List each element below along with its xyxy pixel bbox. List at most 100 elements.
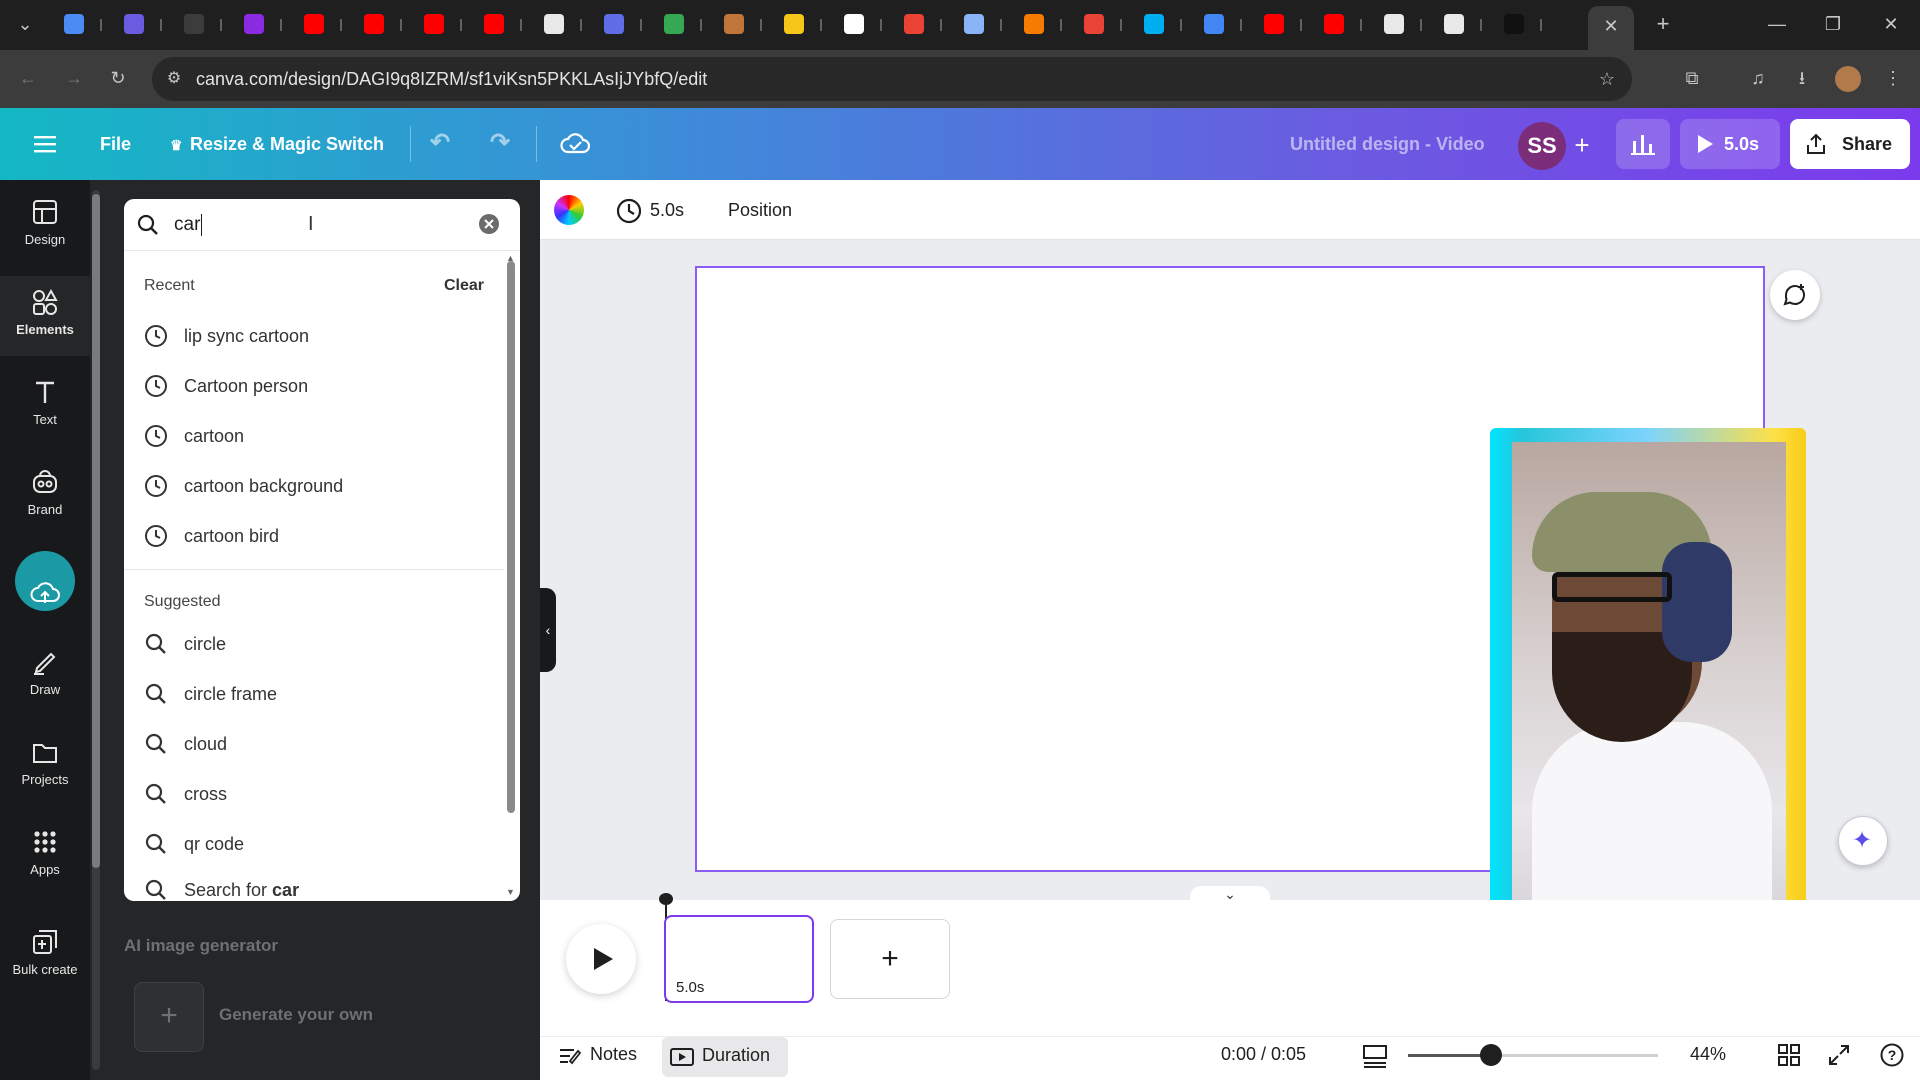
search-for-item[interactable]: Search for car <box>124 865 504 901</box>
avatar[interactable]: SS <box>1518 122 1566 170</box>
generate-plus-icon[interactable]: + <box>134 982 204 1052</box>
insights-button[interactable] <box>1616 119 1670 169</box>
fast-icon[interactable] <box>184 14 204 34</box>
share-button[interactable]: Share <box>1790 119 1910 169</box>
reload-icon[interactable]: ↻ <box>106 68 130 88</box>
address-bar[interactable]: ⚙ canva.com/design/DAGI9q8IZRM/sf1viKsn5… <box>152 57 1632 101</box>
active-tab[interactable]: ✕ <box>1588 6 1634 50</box>
gemini-icon[interactable] <box>64 14 84 34</box>
present-button[interactable]: 5.0s <box>1680 119 1780 169</box>
rail-item-bulk-create[interactable]: Bulk create <box>0 916 90 996</box>
minimize-icon[interactable]: — <box>1766 14 1788 34</box>
add-page-button[interactable]: + <box>830 919 950 999</box>
youtube-icon[interactable] <box>424 14 444 34</box>
timing-duration[interactable]: 5.0s <box>650 200 684 221</box>
add-collaborator-icon[interactable]: + <box>1568 132 1596 160</box>
recent-search-item[interactable]: cartoon background <box>124 461 504 511</box>
grid-view-icon[interactable] <box>1778 1044 1800 1066</box>
wm-icon[interactable] <box>844 14 864 34</box>
youtube-icon[interactable] <box>304 14 324 34</box>
rail-item-projects[interactable]: Projects <box>0 726 90 806</box>
youtube-icon[interactable] <box>1324 14 1344 34</box>
media-icon[interactable]: ♫ <box>1746 68 1770 88</box>
suggested-search-item[interactable]: circle frame <box>124 669 504 719</box>
suggested-search-item[interactable]: qr code <box>124 819 504 869</box>
page-view-icon[interactable] <box>1362 1044 1388 1068</box>
forward-icon[interactable]: → <box>62 68 86 88</box>
suggested-search-item[interactable]: cross <box>124 769 504 819</box>
tab-search-icon[interactable]: ⌄ <box>14 14 36 34</box>
chatgpt-icon[interactable] <box>1444 14 1464 34</box>
close-window-icon[interactable]: ✕ <box>1880 14 1902 34</box>
notes-button[interactable]: Notes <box>590 1044 637 1065</box>
rail-item-elements[interactable]: Elements <box>0 276 90 356</box>
add-comment-button[interactable] <box>1770 270 1820 320</box>
chrome-menu-icon[interactable]: ⋮ <box>1884 68 1902 88</box>
extensions-icon[interactable]: ⧉ <box>1680 68 1704 88</box>
color-picker-icon[interactable] <box>554 195 584 225</box>
docs-icon[interactable] <box>1204 14 1224 34</box>
shield-icon[interactable] <box>124 14 144 34</box>
recent-search-item[interactable]: cartoon <box>124 411 504 461</box>
timeline-clip[interactable]: 5.0s <box>664 915 814 1003</box>
clear-recent-button[interactable]: Clear <box>444 277 484 295</box>
download-icon[interactable] <box>664 14 684 34</box>
rail-item-brand[interactable]: Brand <box>0 456 90 536</box>
close-tab-icon[interactable]: ✕ <box>1602 16 1620 36</box>
rail-item-uploads[interactable] <box>0 546 90 626</box>
search-input[interactable]: car I <box>124 199 520 251</box>
fullscreen-icon[interactable] <box>1828 1044 1850 1066</box>
rail-item-draw[interactable]: Draw <box>0 636 90 716</box>
help-icon[interactable]: ? <box>1880 1043 1904 1067</box>
magic-assistant-button[interactable]: ✦ <box>1838 816 1888 866</box>
dropdown-scroll-down-icon[interactable]: ▼ <box>506 887 515 897</box>
recent-search-item[interactable]: Cartoon person <box>124 361 504 411</box>
youtube-icon[interactable] <box>484 14 504 34</box>
recent-search-item[interactable]: cartoon bird <box>124 511 504 561</box>
downloads-icon[interactable]: ⭳ <box>1790 68 1814 88</box>
position-button[interactable]: Position <box>728 200 792 221</box>
suggested-search-item[interactable]: circle <box>124 619 504 669</box>
new-tab-icon[interactable]: + <box>1652 13 1674 35</box>
restore-icon[interactable]: ❐ <box>1822 14 1844 34</box>
youtube-icon[interactable] <box>1264 14 1284 34</box>
cloud-saved-icon[interactable] <box>560 130 591 161</box>
chatgpt-icon[interactable] <box>1384 14 1404 34</box>
rail-item-design[interactable]: Design <box>0 186 90 266</box>
zoom-slider-handle[interactable] <box>1479 1044 1502 1066</box>
lemon-icon[interactable] <box>784 14 804 34</box>
gmail-icon[interactable] <box>904 14 924 34</box>
file-menu[interactable]: File <box>100 134 131 155</box>
bookmark-star-icon[interactable]: ☆ <box>1596 69 1618 89</box>
skype-icon[interactable] <box>1144 14 1164 34</box>
tiktok-icon[interactable] <box>1504 14 1524 34</box>
rail-item-text[interactable]: Text <box>0 366 90 446</box>
back-icon[interactable]: ← <box>16 68 40 88</box>
globe-icon[interactable] <box>244 14 264 34</box>
resize-magic-switch-button[interactable]: Resize & Magic Switch <box>190 134 384 155</box>
dropdown-scroll-up-icon[interactable]: ▲ <box>506 253 515 263</box>
recent-search-item[interactable]: lip sync cartoon <box>124 311 504 361</box>
rail-item-apps[interactable]: Apps <box>0 816 90 896</box>
hamburger-icon[interactable] <box>34 134 56 154</box>
chatgpt-icon[interactable] <box>544 14 564 34</box>
gmail-icon[interactable] <box>1084 14 1104 34</box>
profile-avatar[interactable] <box>1835 66 1861 92</box>
design-title[interactable]: Untitled design - Video <box>1290 134 1485 155</box>
playhead-marker[interactable] <box>659 893 673 905</box>
generate-your-own-button[interactable]: Generate your own <box>219 1005 373 1025</box>
collapse-panel-button[interactable]: ‹ <box>540 588 556 672</box>
trend-icon[interactable] <box>964 14 984 34</box>
doc-icon[interactable] <box>724 14 744 34</box>
redo-icon[interactable]: ↷ <box>490 128 510 157</box>
undo-icon[interactable]: ↶ <box>430 128 450 157</box>
dropdown-scrollbar[interactable] <box>507 261 515 813</box>
zoom-level[interactable]: 44% <box>1690 1044 1726 1065</box>
play-button[interactable] <box>566 924 636 994</box>
panel-scrollbar-thumb[interactable] <box>92 194 100 868</box>
clear-search-icon[interactable] <box>478 213 500 235</box>
clock-icon[interactable] <box>616 198 642 224</box>
duration-button[interactable]: Duration <box>662 1037 788 1077</box>
suggested-search-item[interactable]: cloud <box>124 719 504 769</box>
meet-icon[interactable] <box>604 14 624 34</box>
